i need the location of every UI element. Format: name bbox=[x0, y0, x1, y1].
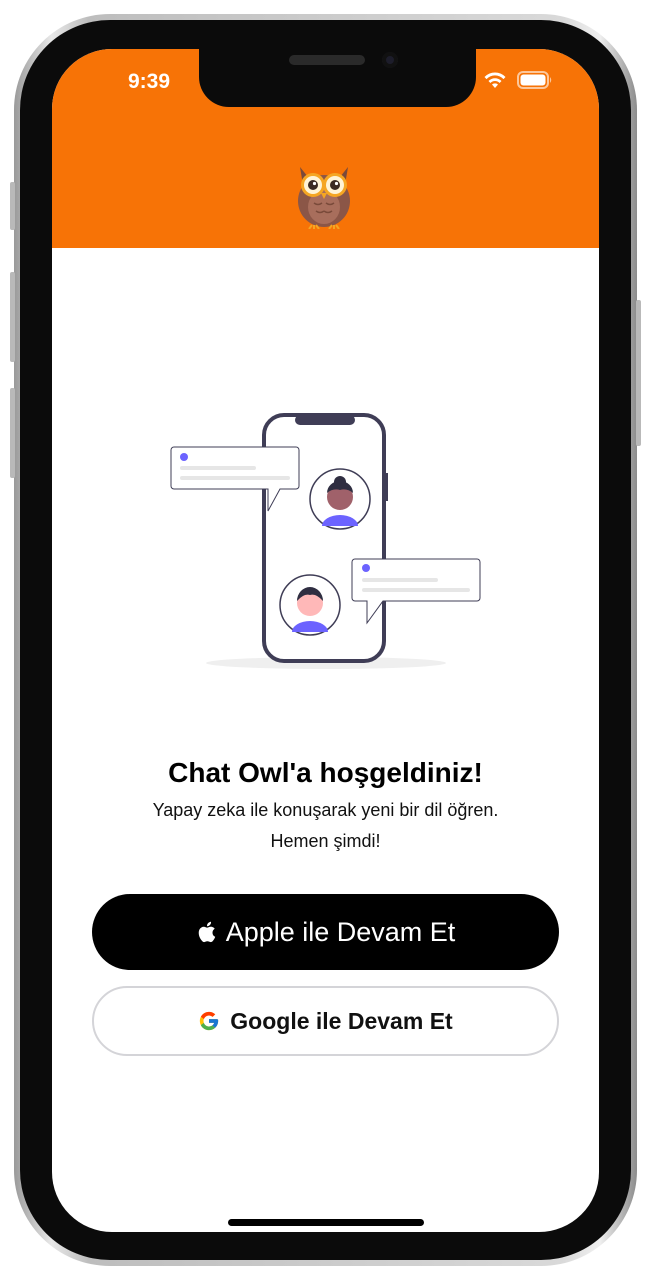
welcome-subtitle: Yapay zeka ile konuşarak yeni bir dil öğ… bbox=[92, 795, 559, 857]
google-icon bbox=[200, 1011, 219, 1031]
apple-signin-label: Apple ile Devam Et bbox=[225, 916, 456, 947]
status-icons bbox=[483, 71, 553, 89]
notch bbox=[199, 49, 476, 107]
silent-switch bbox=[10, 182, 15, 230]
owl-logo bbox=[298, 167, 350, 229]
phone-chat-illustration bbox=[170, 413, 481, 669]
app-screen: 9:39 Chat Owl'a hoşgeldiniz! Yapay zeka … bbox=[52, 49, 599, 1232]
welcome-title: Chat Owl'a hoşgeldiniz! bbox=[168, 757, 483, 788]
google-signin-label: Google ile Devam Et bbox=[230, 1007, 453, 1034]
status-time: 9:39 bbox=[128, 70, 171, 93]
speaker-grill bbox=[289, 55, 365, 65]
power-button bbox=[636, 300, 641, 446]
volume-up-button bbox=[10, 272, 15, 362]
wifi-icon bbox=[484, 72, 506, 88]
apple-icon bbox=[198, 921, 215, 943]
welcome-subtitle-line2: Hemen şimdi! bbox=[270, 831, 381, 851]
battery-icon bbox=[517, 71, 552, 89]
google-signin-button[interactable]: Google ile Devam Et bbox=[92, 986, 559, 1056]
welcome-subtitle-line1: Yapay zeka ile konuşarak yeni bir dil öğ… bbox=[152, 800, 499, 820]
front-camera bbox=[382, 52, 398, 68]
apple-signin-button[interactable]: Apple ile Devam Et bbox=[92, 894, 559, 970]
volume-down-button bbox=[10, 388, 15, 478]
home-indicator[interactable] bbox=[228, 1219, 424, 1226]
